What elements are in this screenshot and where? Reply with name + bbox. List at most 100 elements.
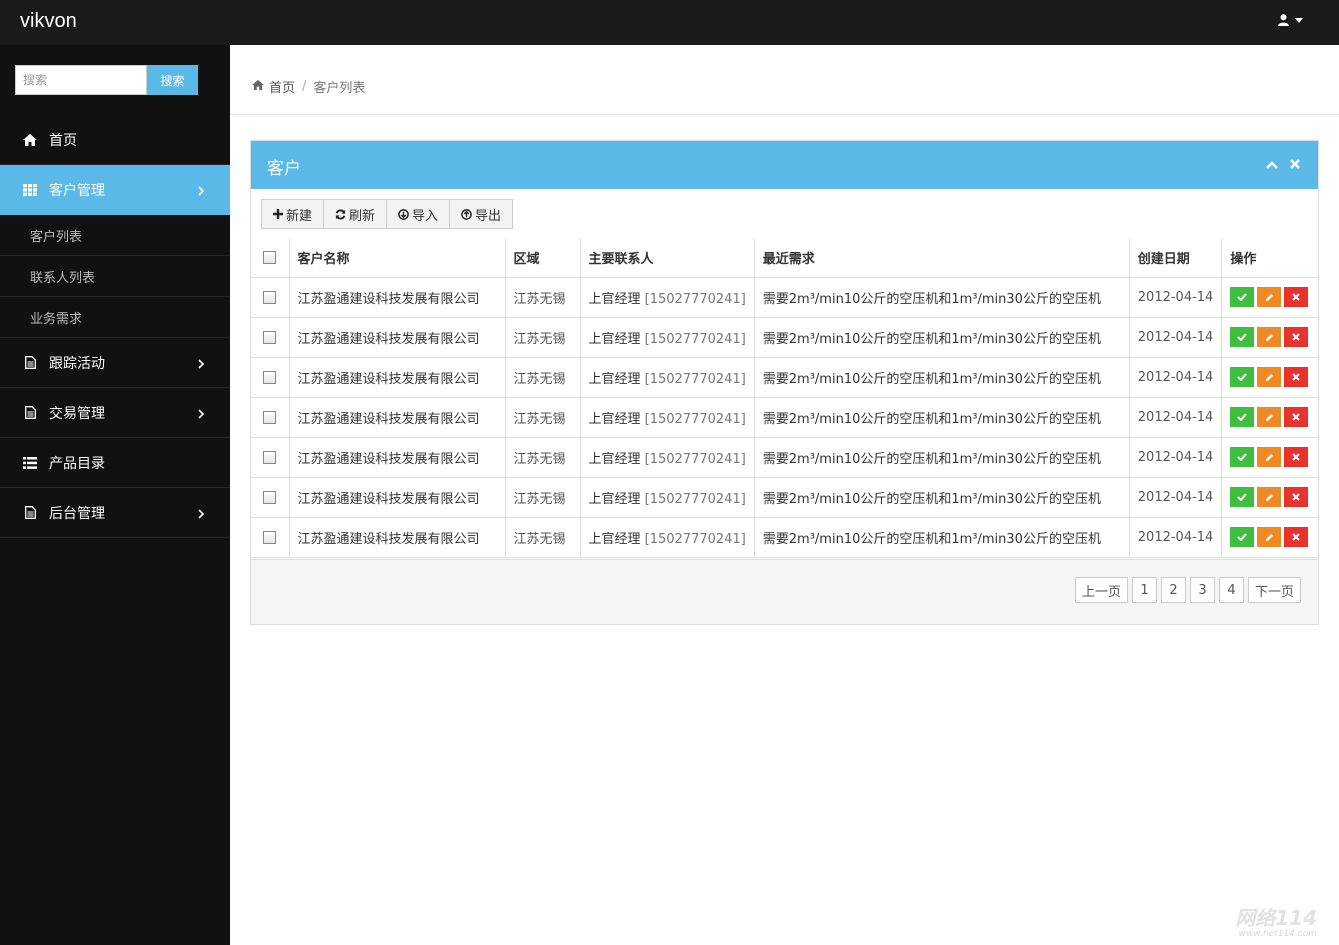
customer-name[interactable]: 江苏盈通建设科技发展有限公司 [288,476,506,518]
contact-phone: [15027770241] [644,451,746,467]
sidebar-item-admin[interactable]: 后台管理 [0,488,230,538]
refresh-button[interactable]: 刷新 [323,199,388,229]
approve-button[interactable] [1230,527,1255,547]
row-checkbox[interactable] [263,530,277,544]
customer-name[interactable]: 江苏盈通建设科技发展有限公司 [288,396,506,438]
approve-button[interactable] [1230,447,1255,467]
row-checkbox[interactable] [263,370,277,384]
approve-button[interactable] [1230,327,1255,347]
new-button[interactable]: 新建 [261,199,325,229]
delete-button[interactable] [1284,447,1309,467]
row-checkbox[interactable] [263,490,277,504]
table-row: 江苏盈通建设科技发展有限公司 江苏无锡 上官经理 [15027770241] 需要2m… [251,436,1318,478]
next-page-link[interactable]: 下一页 [1247,577,1301,603]
home-icon [22,133,38,147]
close-icon[interactable] [1290,158,1300,173]
user-menu[interactable] [1278,14,1303,26]
panel-toolbar: 新建 刷新 导入 导出 [261,199,514,229]
edit-button[interactable] [1257,487,1282,507]
row-checkbox[interactable] [263,410,277,424]
contact-name[interactable]: 上官经理 [589,492,641,507]
select-all-checkbox[interactable] [263,251,277,265]
panel-tools [1266,158,1300,173]
delete-button[interactable] [1284,487,1309,507]
sidebar-item-home[interactable]: 首页 [0,115,230,165]
chevron-right-icon [198,507,205,523]
customer-name[interactable]: 江苏盈通建设科技发展有限公司 [288,276,506,318]
prev-page-link[interactable]: 上一页 [1074,577,1128,603]
column-header-need[interactable]: 最近需求 [753,239,1130,278]
edit-button[interactable] [1257,447,1282,467]
sidebar-item-trading[interactable]: 交易管理 [0,388,230,438]
sidebar-subitem-contact-list[interactable]: 联系人列表 [0,256,230,297]
delete-button[interactable] [1284,367,1309,387]
column-header-region[interactable]: 区域 [504,239,581,278]
column-header-name[interactable]: 客户名称 [288,239,506,278]
customer-name[interactable]: 江苏盈通建设科技发展有限公司 [288,436,506,478]
brand-logo[interactable]: vikvon [20,10,77,33]
delete-button[interactable] [1284,287,1309,307]
edit-button[interactable] [1257,407,1282,427]
row-checkbox[interactable] [263,290,277,304]
contact-name[interactable]: 上官经理 [589,332,641,347]
contact-name[interactable]: 上官经理 [589,372,641,387]
file-icon [22,506,38,520]
customer-name[interactable]: 江苏盈通建设科技发展有限公司 [288,316,506,358]
customer-region: 江苏无锡 [504,436,581,478]
sidebar-item-tracking[interactable]: 跟踪活动 [0,338,230,388]
row-select-cell [251,516,290,558]
main-content: 首页 / 客户列表 客户 新建 刷新 导入 导出 客户名称 区域 主要联系人 最… [230,45,1339,945]
created-date: 2012-04-14 [1128,316,1223,358]
pencil-icon [1265,413,1273,421]
customer-region: 江苏无锡 [504,316,581,358]
row-checkbox[interactable] [263,330,277,344]
page-link-1[interactable]: 1 [1131,577,1157,603]
file-icon [22,406,38,420]
contact-name[interactable]: 上官经理 [589,532,641,547]
export-button[interactable]: 导出 [449,199,514,229]
delete-button[interactable] [1284,327,1309,347]
contact-name[interactable]: 上官经理 [589,412,641,427]
customer-name[interactable]: 江苏盈通建设科技发展有限公司 [288,356,506,398]
edit-button[interactable] [1257,327,1282,347]
edit-button[interactable] [1257,367,1282,387]
import-button[interactable]: 导入 [386,199,451,229]
pencil-icon [1265,293,1273,301]
row-checkbox[interactable] [263,450,277,464]
close-icon [1292,493,1301,501]
panel-title: 客户 [267,159,301,179]
watermark-url: www.net114.com [1238,929,1317,939]
sidebar-item-customer-management[interactable]: 客户管理 [0,165,230,215]
approve-button[interactable] [1230,407,1255,427]
collapse-chevron-up-icon[interactable] [1266,158,1278,173]
delete-button[interactable] [1284,407,1309,427]
sidebar-item-label: 客户管理 [49,182,105,199]
contact-name[interactable]: 上官经理 [589,292,641,307]
search-button[interactable]: 搜索 [147,65,198,95]
approve-button[interactable] [1230,287,1255,307]
sidebar-subitem-business-needs[interactable]: 业务需求 [0,297,230,338]
breadcrumb-home-link[interactable]: 首页 [269,77,295,96]
approve-button[interactable] [1230,487,1255,507]
column-header-contact[interactable]: 主要联系人 [579,239,755,278]
page-link-3[interactable]: 3 [1189,577,1215,603]
row-select-cell [251,316,290,358]
column-header-date[interactable]: 创建日期 [1128,239,1223,278]
sidebar-subitem-customer-list[interactable]: 客户列表 [0,215,230,256]
plus-icon [273,209,283,219]
delete-button[interactable] [1284,527,1309,547]
panel-footer: 上一页 1 2 3 4 下一页 [251,559,1318,624]
recent-need: 需要2m³/min10公斤的空压机和1m³/min30公斤的空压机 [753,516,1130,558]
customer-name[interactable]: 江苏盈通建设科技发展有限公司 [288,516,506,558]
sidebar-item-product-catalog[interactable]: 产品目录 [0,438,230,488]
edit-button[interactable] [1257,287,1282,307]
page-link-4[interactable]: 4 [1218,577,1244,603]
check-icon [1237,533,1248,541]
page-link-2[interactable]: 2 [1160,577,1186,603]
approve-button[interactable] [1230,367,1255,387]
search-input[interactable] [15,65,147,95]
column-header-actions: 操作 [1221,239,1318,278]
edit-button[interactable] [1257,527,1282,547]
import-circle-arrow-icon [398,208,409,220]
contact-name[interactable]: 上官经理 [589,452,641,467]
